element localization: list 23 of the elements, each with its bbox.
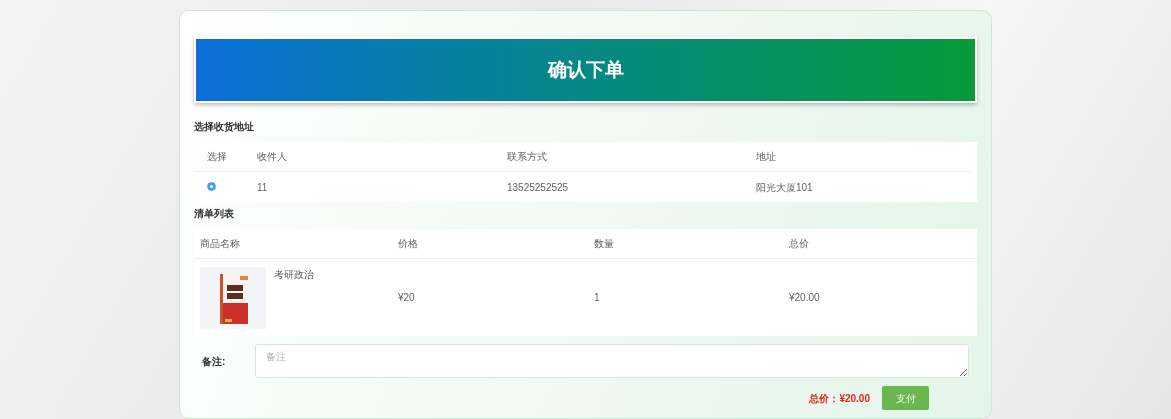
section-title: 选择收货地址 [194,120,255,134]
column-header: 数量 [594,237,615,251]
section-title: 清单列表 [194,207,235,221]
remark-label: 备注: [201,354,227,369]
table-cell: 13525252525 [507,181,569,193]
column-header: 选择 [207,150,228,164]
pay-button[interactable]: 支付 [882,386,929,410]
radio-button[interactable] [207,181,216,191]
page-title-banner: 确认下单 [194,37,977,103]
column-header: 商品名称 [200,237,241,251]
remark-field[interactable]: 备注 [255,344,969,378]
column-header: 地址 [756,150,777,164]
column-header: 联系方式 [507,150,548,164]
column-header: 总价 [789,237,810,251]
product-name: 考研政治 [274,267,314,282]
table-cell: 阳光大厦101 [756,181,813,193]
column-header: 价格 [398,237,419,251]
column-header: 收件人 [257,150,288,164]
table-cell: 1 [594,292,600,303]
table-cell: ¥20 [398,292,415,303]
table-cell: 11 [257,181,268,193]
table-cell: ¥20.00 [789,292,820,303]
total-price: 总价：¥20.00 [809,391,870,406]
